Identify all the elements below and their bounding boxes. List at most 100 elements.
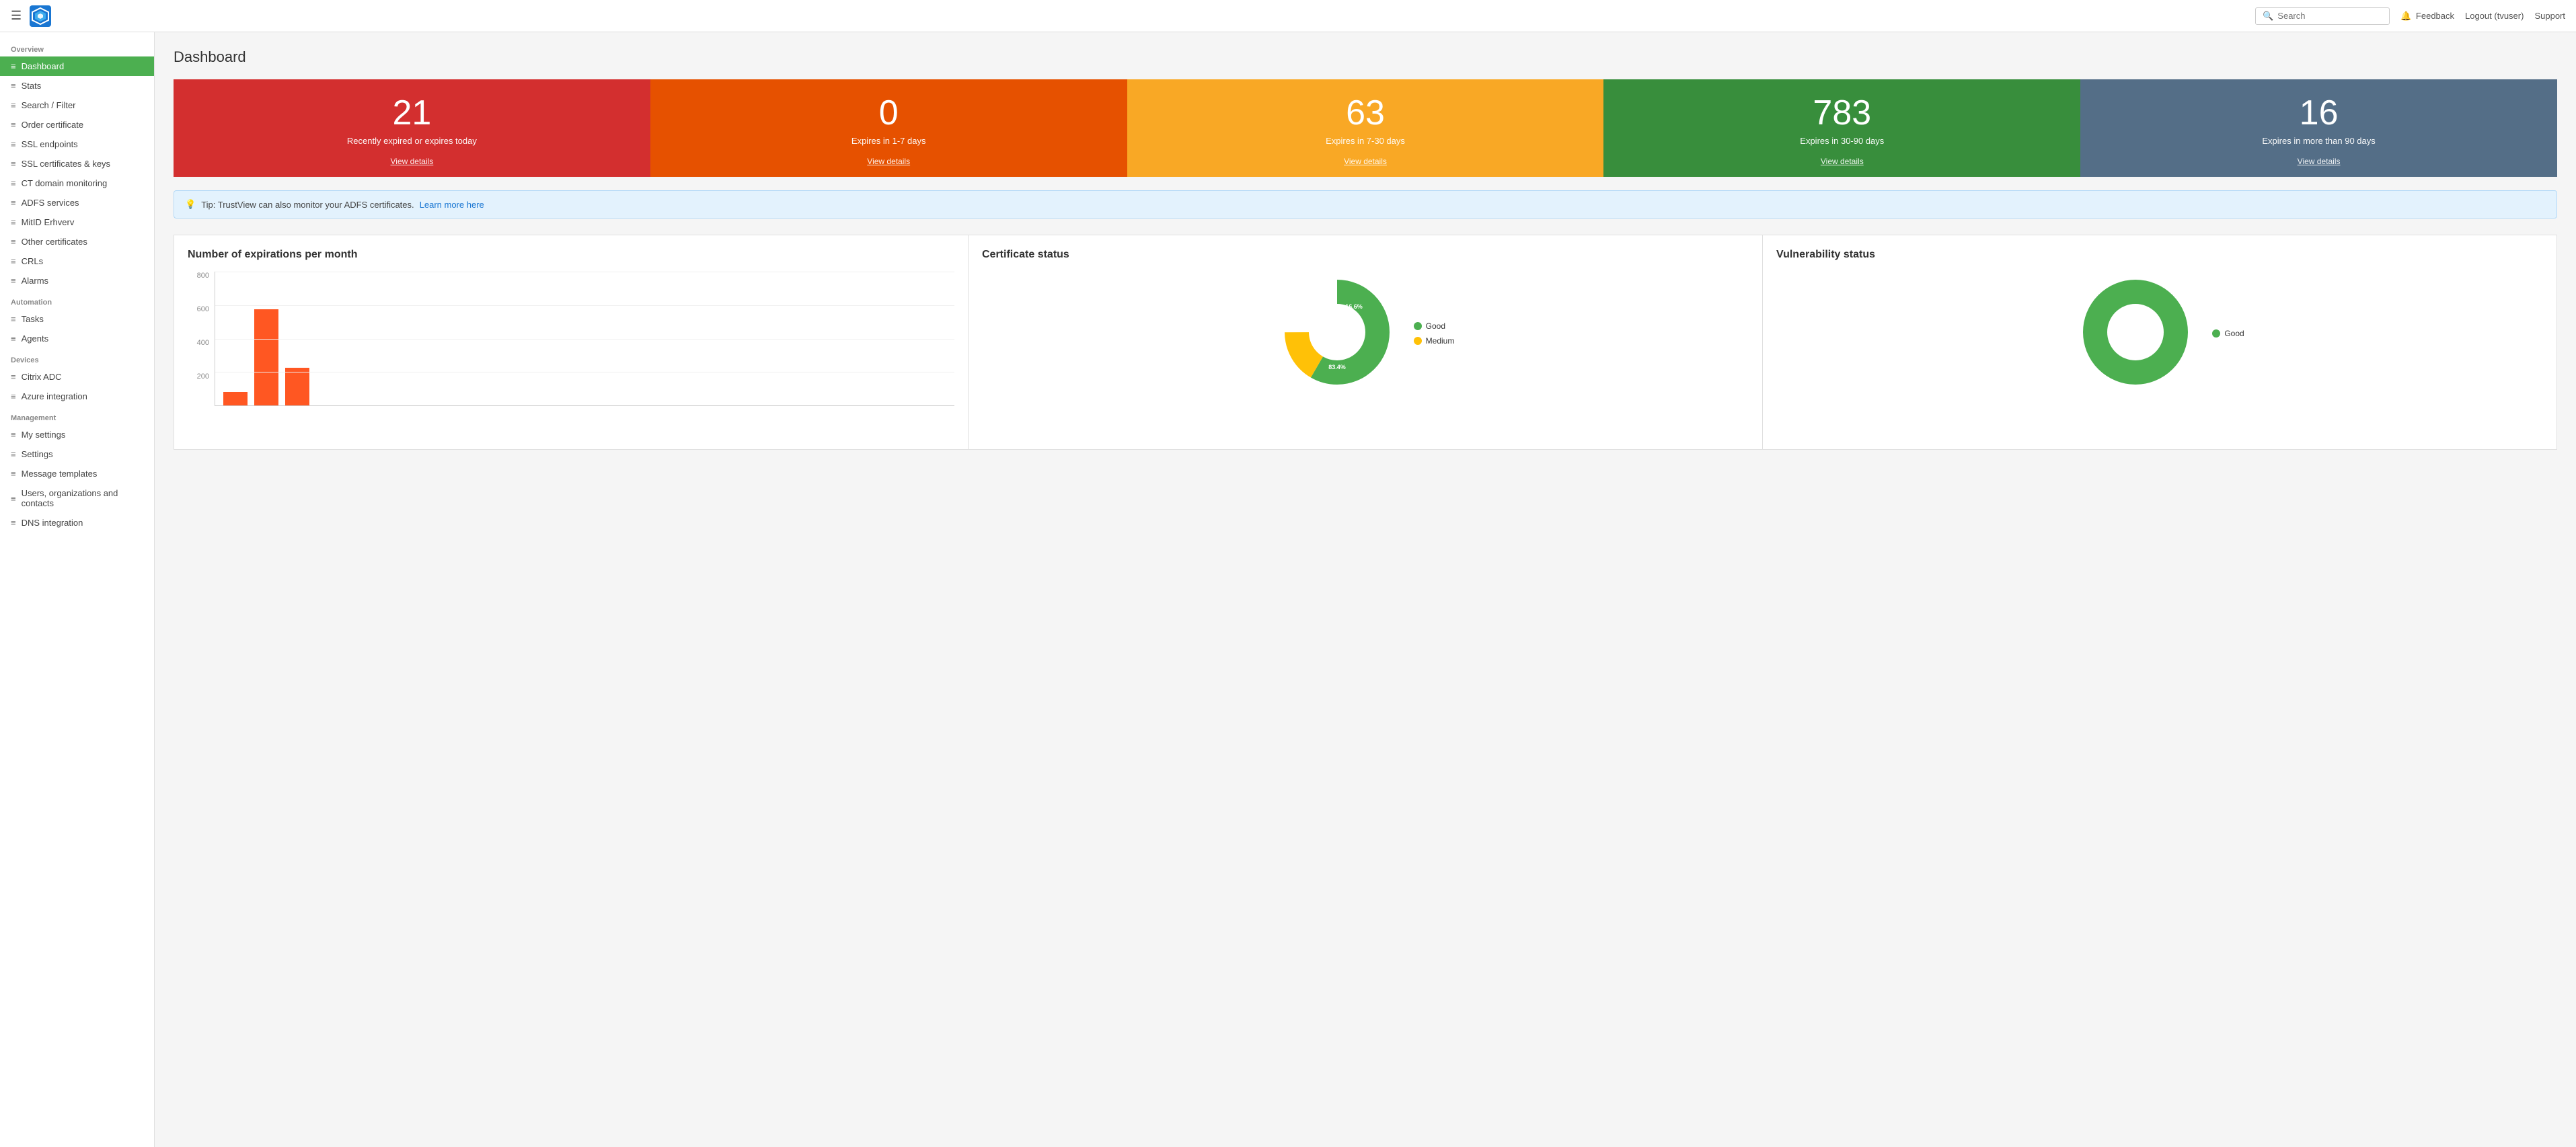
dns-icon: ≡ [11,518,16,528]
azure-icon: ≡ [11,391,16,401]
cert-status-donut-container: 83.4% 16.6% Good Medium [982,272,1749,395]
search-box[interactable]: 🔍 [2255,7,2390,25]
vuln-good-label: Good [2224,329,2244,338]
sidebar-item-other-certs[interactable]: ≡ Other certificates [0,232,154,251]
legend-medium: Medium [1414,336,1455,346]
cert-donut-wrapper: 83.4% 16.6% [1277,272,1398,395]
citrix-icon: ≡ [11,372,16,382]
sidebar-item-search-filter[interactable]: ≡ Search / Filter [0,95,154,115]
medium-label: Medium [1426,336,1455,346]
y-label-400: 400 [188,339,209,347]
sidebar-item-tasks[interactable]: ≡ Tasks [0,309,154,329]
overview-section-label: Overview [0,38,154,56]
svg-text:16.6%: 16.6% [1345,303,1363,310]
tip-text: Tip: TrustView can also monitor your ADF… [201,200,414,210]
legend-good: Good [1414,321,1455,331]
tip-banner: 💡 Tip: TrustView can also monitor your A… [174,190,2557,219]
vuln-status-title: Vulnerability status [1776,249,2543,261]
sidebar-item-dashboard[interactable]: ≡ Dashboard [0,56,154,76]
status-cards: 21 Recently expired or expires today Vie… [174,79,2557,177]
card-label-90plus: Expires in more than 90 days [2262,136,2375,146]
card-number-7-30: 63 [1346,95,1385,130]
bar-3[interactable] [285,368,309,405]
feedback-button[interactable]: 🔔 Feedback [2400,11,2454,22]
sidebar-item-ct-domain[interactable]: ≡ CT domain monitoring [0,173,154,193]
support-button[interactable]: Support [2534,11,2565,21]
card-number-1-7: 0 [879,95,899,130]
search-input[interactable] [2277,11,2378,21]
adfs-icon: ≡ [11,198,16,208]
vuln-legend-good: Good [2212,329,2244,338]
sidebar-item-citrix-adc[interactable]: ≡ Citrix ADC [0,367,154,387]
vuln-status-donut [2075,272,2196,393]
bar-2[interactable] [254,309,278,405]
logout-button[interactable]: Logout (tvuser) [2465,11,2524,21]
sidebar-item-my-settings[interactable]: ≡ My settings [0,425,154,444]
card-link-expired[interactable]: View details [390,157,433,166]
search-filter-icon: ≡ [11,100,16,110]
stats-icon: ≡ [11,81,16,91]
status-card-30-90[interactable]: 783 Expires in 30-90 days View details [1603,79,2080,177]
card-link-1-7[interactable]: View details [867,157,910,166]
search-icon: 🔍 [2263,11,2273,22]
card-link-90plus[interactable]: View details [2298,157,2341,166]
cert-status-legend: Good Medium [1414,321,1455,346]
sidebar-item-mitid[interactable]: ≡ MitID Erhverv [0,212,154,232]
status-card-1-7[interactable]: 0 Expires in 1-7 days View details [650,79,1127,177]
card-label-expired: Recently expired or expires today [347,136,477,146]
my-settings-icon: ≡ [11,430,16,440]
mitid-icon: ≡ [11,217,16,227]
sidebar-item-settings[interactable]: ≡ Settings [0,444,154,464]
feedback-icon: 🔔 [2400,11,2411,21]
menu-button[interactable]: ☰ [11,9,22,23]
sidebar-item-ssl-certs-keys[interactable]: ≡ SSL certificates & keys [0,154,154,173]
sidebar-item-dns-integration[interactable]: ≡ DNS integration [0,513,154,532]
sidebar-item-agents[interactable]: ≡ Agents [0,329,154,348]
sidebar-item-stats[interactable]: ≡ Stats [0,76,154,95]
sidebar-item-order-cert[interactable]: ≡ Order certificate [0,115,154,134]
sidebar-item-ssl-endpoints[interactable]: ≡ SSL endpoints [0,134,154,154]
sidebar-item-message-templates[interactable]: ≡ Message templates [0,464,154,483]
card-number-30-90: 783 [1813,95,1871,130]
svg-text:83.4%: 83.4% [1328,364,1346,370]
crls-icon: ≡ [11,256,16,266]
card-label-7-30: Expires in 7-30 days [1326,136,1405,146]
status-card-90plus[interactable]: 16 Expires in more than 90 days View det… [2080,79,2557,177]
ct-domain-icon: ≡ [11,178,16,188]
ssl-endpoints-icon: ≡ [11,139,16,149]
devices-section-label: Devices [0,348,154,367]
card-number-90plus: 16 [2300,95,2339,130]
tasks-icon: ≡ [11,314,16,324]
vuln-status-legend: Good [2212,329,2244,338]
ssl-certs-icon: ≡ [11,159,16,169]
header-left: ☰ [11,5,2247,27]
bar-chart: 800 600 400 200 [188,272,954,420]
cert-status-panel: Certificate status 83.4% [969,235,1763,450]
sidebar-item-crls[interactable]: ≡ CRLs [0,251,154,271]
header-right: 🔍 🔔 Feedback Logout (tvuser) Support [2255,7,2565,25]
card-link-30-90[interactable]: View details [1821,157,1864,166]
bar-chart-title: Number of expirations per month [188,249,954,261]
msg-templates-icon: ≡ [11,469,16,479]
tip-link[interactable]: Learn more here [420,200,484,210]
status-card-7-30[interactable]: 63 Expires in 7-30 days View details [1127,79,1604,177]
sidebar-item-users-orgs[interactable]: ≡ Users, organizations and contacts [0,483,154,513]
content-area: Dashboard 21 Recently expired or expires… [155,32,2576,1147]
vuln-status-donut-container: Good [1776,272,2543,395]
sidebar-item-alarms[interactable]: ≡ Alarms [0,271,154,290]
sidebar: Overview ≡ Dashboard ≡ Stats ≡ Search / … [0,32,155,1147]
automation-section-label: Automation [0,290,154,309]
bar-1[interactable] [223,392,248,405]
card-link-7-30[interactable]: View details [1344,157,1387,166]
main-layout: Overview ≡ Dashboard ≡ Stats ≡ Search / … [0,32,2576,1147]
status-card-expired[interactable]: 21 Recently expired or expires today Vie… [174,79,650,177]
bar-chart-panel: Number of expirations per month 800 600 … [174,235,969,450]
agents-icon: ≡ [11,333,16,344]
good-label: Good [1426,321,1445,331]
sidebar-item-azure-integration[interactable]: ≡ Azure integration [0,387,154,406]
vuln-good-dot [2212,329,2220,338]
vuln-status-panel: Vulnerability status Good [1763,235,2557,450]
sidebar-item-adfs-services[interactable]: ≡ ADFS services [0,193,154,212]
card-label-1-7: Expires in 1-7 days [851,136,926,146]
order-cert-icon: ≡ [11,120,16,130]
